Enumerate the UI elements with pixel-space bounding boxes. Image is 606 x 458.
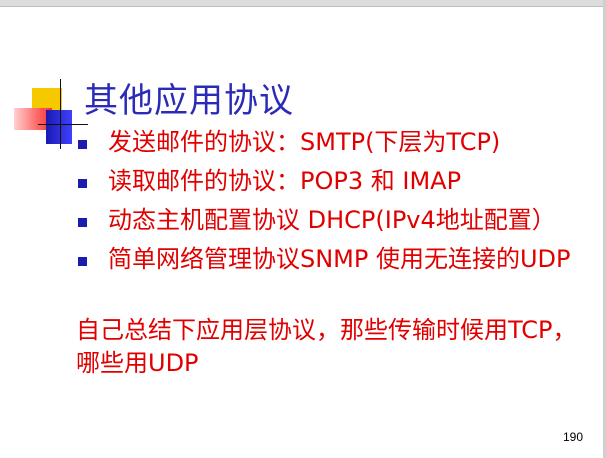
- bullet-text: 发送邮件的协议：SMTP(下层为TCP): [108, 128, 501, 156]
- logo-horizontal-line: [38, 124, 88, 125]
- bullet-text: 简单网络管理协议SNMP 使用无连接的UDP: [108, 245, 571, 273]
- bullet-list: 发送邮件的协议：SMTP(下层为TCP) 读取邮件的协议：POP3 和 IMAP…: [76, 126, 596, 282]
- bullet-item: 发送邮件的协议：SMTP(下层为TCP): [76, 126, 596, 159]
- bullet-text: 动态主机配置协议 DHCP(IPv4地址配置）: [108, 206, 556, 234]
- summary-text: 自己总结下应用层协议，那些传输时候用TCP，哪些用UDP: [76, 316, 577, 377]
- slide-title: 其他应用协议: [84, 81, 294, 121]
- logo-vertical-line: [60, 79, 61, 149]
- logo-blue-square: [46, 110, 72, 144]
- bullet-item: 读取邮件的协议：POP3 和 IMAP: [76, 165, 596, 198]
- window-top-border: [0, 0, 606, 7]
- square-bullet-icon: [78, 179, 87, 188]
- page-number: 190: [563, 430, 584, 444]
- bullet-item: 简单网络管理协议SNMP 使用无连接的UDP: [76, 243, 596, 276]
- square-bullet-icon: [78, 140, 87, 149]
- square-bullet-icon: [78, 218, 87, 227]
- bullet-item: 动态主机配置协议 DHCP(IPv4地址配置）: [76, 204, 596, 237]
- bullet-text: 读取邮件的协议：POP3 和 IMAP: [108, 167, 462, 195]
- square-bullet-icon: [78, 257, 87, 266]
